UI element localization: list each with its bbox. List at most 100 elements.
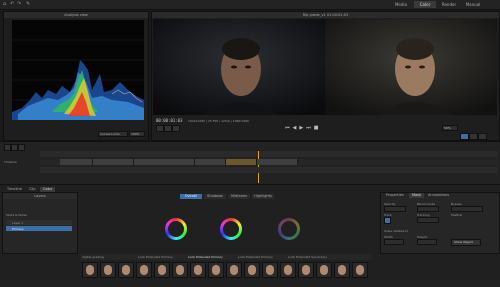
look-thumbnail[interactable]: Kodak 5218: [136, 262, 152, 278]
fullscreen-button[interactable]: [478, 133, 487, 140]
split-view-button[interactable]: [460, 133, 469, 140]
viewer-tool-button[interactable]: [164, 125, 172, 132]
timeline-track-label: Timeline: [4, 160, 17, 164]
viewer-zoom-value: 50%: [444, 126, 451, 130]
workspace-render-tab[interactable]: Render: [438, 1, 460, 8]
wand-icon[interactable]: ✎: [26, 2, 31, 7]
look-thumbnail[interactable]: Fuji 3513DI: [100, 262, 116, 278]
look-thumbnail[interactable]: Fuji F-64: [262, 262, 278, 278]
thumbnail-label: Fuji F-64: [263, 277, 274, 278]
scope-panel: Analysis view Curves Luma 100%: [3, 11, 149, 141]
redo-icon[interactable]: ↷: [17, 2, 22, 7]
thumbnail-image: [230, 265, 238, 275]
timeline-clip-selected[interactable]: [226, 159, 257, 165]
workspace-color-tab[interactable]: Color: [414, 1, 436, 8]
undo-icon[interactable]: ↶: [10, 2, 15, 7]
color-wheel-gain[interactable]: [278, 218, 300, 240]
look-thumbnail[interactable]: Fuji F-400: [226, 262, 242, 278]
tab-overall[interactable]: Overall: [180, 194, 202, 199]
tab-midtones[interactable]: Midtones: [228, 194, 250, 199]
waveform-plot: [12, 20, 144, 120]
workspace-media-tab[interactable]: Media: [390, 1, 412, 8]
thumbnail-image: [356, 265, 364, 275]
width-field[interactable]: [384, 239, 404, 245]
color-wheel-gamma[interactable]: [220, 218, 242, 240]
scale-label: Scale relative to: [384, 229, 409, 233]
viewer-title: Rip grade_v1 01:00:01:03: [152, 12, 499, 18]
height-field[interactable]: [417, 239, 437, 245]
tracking-select[interactable]: [417, 217, 439, 223]
timeline-tool-button[interactable]: [18, 144, 25, 151]
look-thumbnail[interactable]: Kodak 5229: [280, 262, 296, 278]
layers-panel: Layers Mode & Notes Layer 1 Primary: [2, 192, 78, 254]
thumbnail-image: [248, 265, 256, 275]
frame-image-before: [153, 19, 325, 115]
tab-mask[interactable]: Mask: [409, 193, 425, 198]
look-tab[interactable]: Look Extended Primary: [238, 255, 273, 259]
layer-row-selected[interactable]: Primary: [6, 226, 72, 231]
thumbnail-image: [158, 265, 166, 275]
bypass-field[interactable]: [451, 206, 483, 212]
show-object-button[interactable]: Show Object: [451, 239, 481, 246]
timeline-ruler[interactable]: [40, 151, 498, 157]
viewer-frame-before: [153, 19, 325, 115]
look-thumbnail[interactable]: Kodak 2383: [82, 262, 98, 278]
look-thumbnail[interactable]: Fuji Velvia: [298, 262, 314, 278]
thumbnail-image: [320, 265, 328, 275]
look-thumbnail[interactable]: Kodak 5219: [244, 262, 260, 278]
timeline-clip[interactable]: [195, 159, 226, 165]
show-object-label: Show Object: [454, 240, 473, 244]
blend-select[interactable]: [417, 206, 439, 212]
timeline-tool-button[interactable]: [11, 144, 18, 151]
look-thumbnail[interactable]: Kodak 2393: [172, 262, 188, 278]
look-thumbnail[interactable]: Kodak 5205: [352, 262, 368, 278]
thumbnail-label: Kodak 5219: [245, 277, 260, 278]
scope-mode-select[interactable]: Curves Luma: [98, 131, 128, 137]
thumbnail-image: [338, 265, 346, 275]
timeline-tool-button[interactable]: [4, 144, 11, 151]
tab-properties[interactable]: Properties: [383, 193, 407, 198]
timeline-clip[interactable]: [257, 159, 298, 165]
thumbnail-label: Fuji Reala: [191, 277, 203, 278]
scope-zoom-select[interactable]: 100%: [129, 131, 145, 137]
tab-highlights[interactable]: Highlights: [252, 194, 274, 199]
layer-row[interactable]: Layer 1: [6, 220, 72, 225]
thumbnail-image: [284, 265, 292, 275]
look-tab[interactable]: Look Extended Primary: [188, 255, 223, 259]
properties-panel: Properties Mask Annotations Opacity Blen…: [380, 192, 500, 254]
tab-annotations[interactable]: Annotations: [425, 193, 452, 198]
opacity-field[interactable]: [384, 206, 406, 212]
look-thumbnail[interactable]: Fuji F-125: [118, 262, 134, 278]
thumbnail-image: [122, 265, 130, 275]
scope-mode-value: Curves Luma: [100, 132, 120, 136]
thumbnail-label: Fuji 3513DI: [101, 277, 115, 278]
viewer-timecode: 00:00:01:03: [156, 118, 183, 123]
transport-controls[interactable]: ⏮◀▶⏭■: [285, 125, 321, 131]
feather-label: Feather: [451, 213, 463, 217]
timeline-track-a1: [40, 167, 498, 173]
timeline-clip[interactable]: [60, 159, 93, 165]
timeline-clip[interactable]: [93, 159, 134, 165]
look-thumbnail[interactable]: Kodak 5285: [316, 262, 332, 278]
look-thumbnail[interactable]: Fuji F-250: [334, 262, 350, 278]
color-wheel-lift[interactable]: [165, 218, 187, 240]
thumbnail-label: Fuji F-400: [227, 277, 239, 278]
compare-button[interactable]: [469, 133, 478, 140]
look-tab[interactable]: Look Extended Secondary: [288, 255, 327, 259]
viewer-tool-button[interactable]: [156, 125, 164, 132]
look-tab[interactable]: digital grading: [82, 255, 104, 259]
timeline-clip[interactable]: [134, 159, 195, 165]
viewer-zoom-select[interactable]: 50%: [442, 125, 458, 131]
track-button[interactable]: [384, 217, 391, 224]
look-thumbnail[interactable]: Fuji Reala: [190, 262, 206, 278]
home-icon[interactable]: ⌂: [3, 2, 8, 7]
look-thumbnail[interactable]: Fuji Eterna: [154, 262, 170, 278]
thumbnail-image: [302, 265, 310, 275]
thumbnail-image: [194, 265, 202, 275]
tab-shadows[interactable]: Shadows: [204, 194, 226, 199]
viewer-tool-button[interactable]: [172, 125, 180, 132]
workspace-manual-tab[interactable]: Manual: [462, 1, 484, 8]
thumbnail-image: [176, 265, 184, 275]
look-thumbnail[interactable]: Kodak 5207: [208, 262, 224, 278]
look-tab[interactable]: Look Extended Primary: [138, 255, 173, 259]
